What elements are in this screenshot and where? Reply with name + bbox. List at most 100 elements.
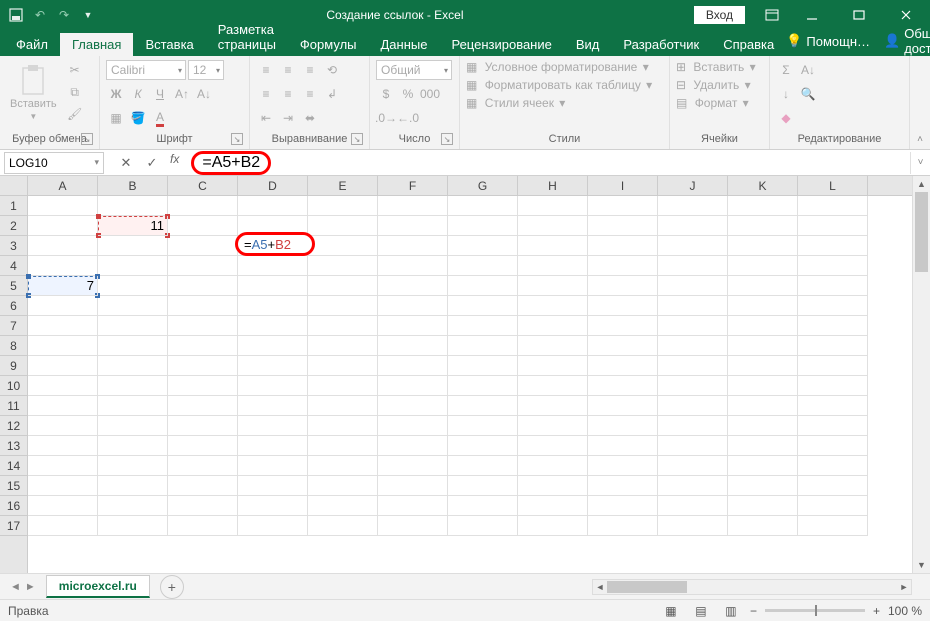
zoom-out-button[interactable]: −: [750, 604, 757, 618]
cell[interactable]: [168, 416, 238, 436]
cell[interactable]: [518, 196, 588, 216]
cell[interactable]: [168, 496, 238, 516]
row-header[interactable]: 13: [0, 436, 27, 456]
cell[interactable]: [28, 496, 98, 516]
cell[interactable]: [238, 296, 308, 316]
cell[interactable]: [378, 436, 448, 456]
align-left-icon[interactable]: ≡: [256, 84, 276, 104]
number-launcher-icon[interactable]: ↘: [441, 133, 453, 145]
scroll-left-icon[interactable]: ◄: [593, 580, 607, 594]
cell[interactable]: [168, 236, 238, 256]
cell[interactable]: [378, 256, 448, 276]
cell[interactable]: [518, 496, 588, 516]
cell[interactable]: [728, 436, 798, 456]
cell[interactable]: [518, 216, 588, 236]
cell[interactable]: [378, 396, 448, 416]
cell[interactable]: [518, 296, 588, 316]
horizontal-scrollbar[interactable]: ◄ ►: [592, 579, 912, 595]
collapse-ribbon-icon[interactable]: ˄: [910, 56, 930, 149]
cell[interactable]: [658, 416, 728, 436]
font-color-icon[interactable]: A: [150, 108, 170, 128]
cell[interactable]: [378, 376, 448, 396]
tab-review[interactable]: Рецензирование: [439, 33, 563, 56]
cell[interactable]: [588, 416, 658, 436]
page-layout-view-icon[interactable]: ▤: [690, 602, 712, 620]
cell[interactable]: [658, 216, 728, 236]
cell[interactable]: [728, 336, 798, 356]
cell[interactable]: [168, 516, 238, 536]
cell[interactable]: [798, 436, 868, 456]
cell[interactable]: [798, 496, 868, 516]
cell[interactable]: [308, 456, 378, 476]
cell[interactable]: [658, 236, 728, 256]
active-cell-editor[interactable]: =A5+B2: [244, 237, 291, 252]
tab-insert[interactable]: Вставка: [133, 33, 205, 56]
cell[interactable]: [798, 276, 868, 296]
cell[interactable]: [308, 476, 378, 496]
cell[interactable]: [728, 496, 798, 516]
cell[interactable]: [238, 476, 308, 496]
cell[interactable]: [448, 376, 518, 396]
row-header[interactable]: 14: [0, 456, 27, 476]
cell[interactable]: [518, 516, 588, 536]
cell[interactable]: [238, 456, 308, 476]
percent-icon[interactable]: %: [398, 84, 418, 104]
decrease-indent-icon[interactable]: ⇤: [256, 108, 276, 128]
cell[interactable]: [98, 256, 168, 276]
cell[interactable]: [98, 296, 168, 316]
cell[interactable]: [448, 436, 518, 456]
cell[interactable]: [168, 256, 238, 276]
sheet-nav-next-icon[interactable]: ►: [25, 581, 36, 593]
cell[interactable]: [378, 296, 448, 316]
cell[interactable]: [518, 436, 588, 456]
cell[interactable]: [448, 236, 518, 256]
cell[interactable]: [168, 216, 238, 236]
alignment-launcher-icon[interactable]: ↘: [351, 133, 363, 145]
cell[interactable]: [588, 276, 658, 296]
column-header[interactable]: D: [238, 176, 308, 195]
cell[interactable]: [588, 436, 658, 456]
cell[interactable]: [588, 376, 658, 396]
cell[interactable]: [238, 436, 308, 456]
tab-help[interactable]: Справка: [711, 33, 786, 56]
cell[interactable]: [798, 296, 868, 316]
cell[interactable]: [168, 376, 238, 396]
cell[interactable]: [98, 356, 168, 376]
align-top-icon[interactable]: ≡: [256, 60, 276, 80]
cell[interactable]: [448, 456, 518, 476]
font-name-select[interactable]: Calibri: [106, 60, 186, 80]
currency-icon[interactable]: $: [376, 84, 396, 104]
cell[interactable]: [588, 256, 658, 276]
align-bottom-icon[interactable]: ≡: [300, 60, 320, 80]
cell[interactable]: [728, 456, 798, 476]
cell[interactable]: [588, 396, 658, 416]
cell[interactable]: [28, 196, 98, 216]
column-header[interactable]: L: [798, 176, 868, 195]
row-header[interactable]: 12: [0, 416, 27, 436]
cell[interactable]: [98, 196, 168, 216]
cell[interactable]: [308, 336, 378, 356]
cell[interactable]: [448, 476, 518, 496]
cell[interactable]: [28, 416, 98, 436]
qat-dropdown-icon[interactable]: ▼: [80, 7, 96, 23]
column-header[interactable]: G: [448, 176, 518, 195]
number-format-select[interactable]: Общий: [376, 60, 452, 80]
cell[interactable]: [728, 396, 798, 416]
cell[interactable]: [308, 356, 378, 376]
cell[interactable]: [28, 316, 98, 336]
row-header[interactable]: 4: [0, 256, 27, 276]
redo-icon[interactable]: ↷: [56, 7, 72, 23]
cell[interactable]: [28, 436, 98, 456]
cell[interactable]: [798, 236, 868, 256]
cell[interactable]: [168, 356, 238, 376]
cell[interactable]: [238, 316, 308, 336]
align-middle-icon[interactable]: ≡: [278, 60, 298, 80]
cell[interactable]: [448, 416, 518, 436]
cell[interactable]: [98, 436, 168, 456]
align-center-icon[interactable]: ≡: [278, 84, 298, 104]
tab-view[interactable]: Вид: [564, 33, 612, 56]
cell[interactable]: [518, 376, 588, 396]
row-header[interactable]: 10: [0, 376, 27, 396]
vertical-scrollbar[interactable]: ▲ ▼: [912, 176, 930, 573]
column-header[interactable]: A: [28, 176, 98, 195]
